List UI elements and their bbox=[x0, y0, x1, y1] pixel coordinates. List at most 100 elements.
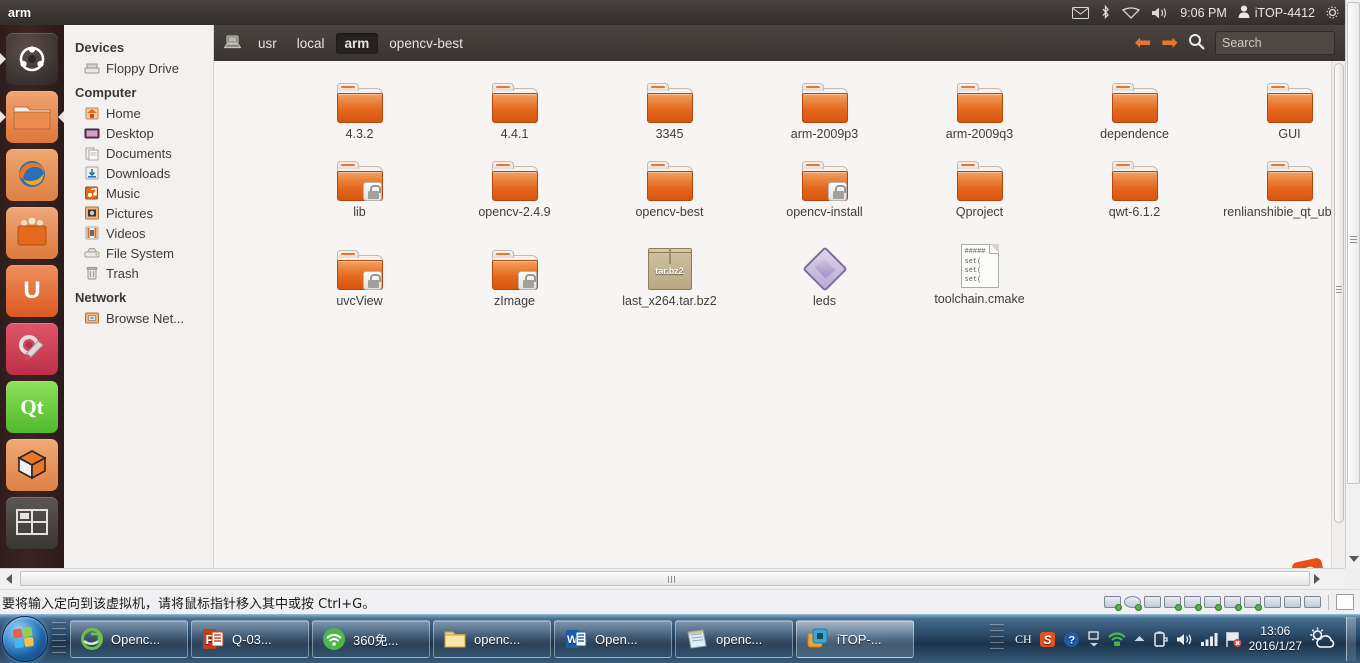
file-item[interactable]: dependence bbox=[1057, 71, 1212, 141]
scrollbar-thumb[interactable] bbox=[20, 571, 1310, 586]
file-item[interactable]: zImage bbox=[437, 238, 592, 308]
launcher-item-dash-home[interactable] bbox=[0, 33, 58, 85]
file-item[interactable]: uvcView bbox=[282, 238, 437, 308]
chevron-down-icon[interactable] bbox=[1349, 556, 1359, 562]
launcher-item-amazon[interactable]: U bbox=[6, 265, 58, 317]
note-icon[interactable] bbox=[1336, 594, 1354, 610]
launcher-item-qt-creator[interactable]: Qt bbox=[6, 381, 58, 433]
360-wifi-icon[interactable] bbox=[1107, 631, 1126, 647]
sound-card-icon[interactable] bbox=[1244, 595, 1262, 611]
taskbar-button[interactable]: 360免... bbox=[312, 620, 430, 658]
computer-icon[interactable] bbox=[223, 35, 242, 52]
volume-icon[interactable] bbox=[1151, 6, 1169, 20]
file-item[interactable]: arm-2009q3 bbox=[902, 71, 1057, 141]
printer-icon[interactable] bbox=[1184, 595, 1202, 611]
sidebar-item-home[interactable]: Home bbox=[64, 103, 213, 123]
sidebar-item-file-system[interactable]: File System bbox=[64, 243, 213, 263]
breadcrumb-item-arm[interactable]: arm bbox=[335, 32, 379, 54]
search-icon[interactable] bbox=[1188, 33, 1205, 53]
start-button[interactable] bbox=[2, 616, 48, 662]
taskbar-button[interactable]: P Q-03... bbox=[191, 620, 309, 658]
file-item[interactable]: opencv-install bbox=[747, 149, 902, 219]
sidebar-item-downloads[interactable]: Downloads bbox=[64, 163, 213, 183]
user-menu[interactable]: iTOP-4412 bbox=[1238, 5, 1315, 21]
sidebar-item-trash[interactable]: Trash bbox=[64, 263, 213, 283]
taskbar-clock[interactable]: 13:06 2016/1/27 bbox=[1249, 624, 1302, 654]
input-method-indicator[interactable]: CH bbox=[1015, 632, 1032, 647]
launcher-item-workspace-switcher[interactable] bbox=[6, 497, 58, 549]
file-item[interactable]: GUI bbox=[1212, 71, 1345, 141]
file-item[interactable]: opencv-best bbox=[592, 149, 747, 219]
sidebar-item-browse-network[interactable]: Browse Net... bbox=[64, 308, 213, 328]
gear-icon[interactable] bbox=[1326, 6, 1339, 19]
network-adapter-icon[interactable] bbox=[1164, 595, 1182, 611]
breadcrumb-item-local[interactable]: local bbox=[288, 33, 334, 54]
cd-dvd-icon[interactable] bbox=[1124, 595, 1142, 611]
action-center-flag-icon[interactable] bbox=[1225, 631, 1242, 648]
file-item[interactable]: ##### set( set( set( toolchain.cmake bbox=[902, 236, 1057, 306]
file-view-scrollbar[interactable] bbox=[1331, 61, 1345, 568]
sidebar-item-documents[interactable]: Documents bbox=[64, 143, 213, 163]
file-item[interactable]: Qproject bbox=[902, 149, 1057, 219]
sidebar-item-floppy-drive[interactable]: Floppy Drive bbox=[64, 58, 213, 78]
camera-icon[interactable] bbox=[1304, 595, 1321, 610]
launcher-item-software-center[interactable] bbox=[6, 207, 58, 259]
wifi-icon[interactable] bbox=[1122, 6, 1141, 19]
window-icon[interactable] bbox=[1087, 631, 1101, 647]
chevron-right-icon[interactable] bbox=[1314, 573, 1320, 584]
battery-icon[interactable] bbox=[1153, 631, 1169, 648]
usb-stick2-icon[interactable] bbox=[1284, 595, 1301, 610]
file-item[interactable]: arm-2009p3 bbox=[747, 71, 902, 141]
sogou-logo-icon[interactable]: S bbox=[1291, 557, 1327, 568]
floppy-icon[interactable] bbox=[1144, 595, 1161, 610]
taskbar-button[interactable]: W Open... bbox=[554, 620, 672, 658]
tray-grip[interactable] bbox=[989, 624, 1004, 654]
vmware-horizontal-scrollbar[interactable] bbox=[0, 568, 1345, 588]
bluetooth-icon[interactable] bbox=[1100, 5, 1111, 20]
file-item[interactable]: leds bbox=[747, 238, 902, 308]
show-hidden-icons-icon[interactable] bbox=[1133, 634, 1146, 644]
weather-icon[interactable] bbox=[1309, 627, 1335, 651]
file-item[interactable]: qwt-6.1.2 bbox=[1057, 149, 1212, 219]
signal-bars-icon[interactable] bbox=[1200, 632, 1218, 646]
show-desktop-button[interactable] bbox=[1346, 617, 1356, 661]
launcher-item-system-settings[interactable] bbox=[6, 323, 58, 375]
file-item[interactable]: tar.bz2 last_x264.tar.bz2 bbox=[592, 238, 747, 308]
taskbar-button[interactable]: iTOP-... bbox=[796, 620, 914, 658]
usb-device-icon[interactable] bbox=[1224, 595, 1242, 611]
launcher-item-virtualbox[interactable] bbox=[6, 439, 58, 491]
taskbar-button[interactable]: openc... bbox=[675, 620, 793, 658]
trash-icon bbox=[84, 265, 100, 281]
taskbar-grip[interactable] bbox=[52, 622, 66, 656]
launcher-item-firefox[interactable] bbox=[6, 149, 58, 201]
envelope-icon[interactable] bbox=[1072, 6, 1090, 19]
file-list-view[interactable]: 4.3.2 4.4.1 3345 arm-2009p3 arm-2009q3 d… bbox=[214, 61, 1345, 568]
sidebar-item-desktop[interactable]: Desktop bbox=[64, 123, 213, 143]
volume-icon[interactable] bbox=[1176, 632, 1194, 647]
top-panel-clock[interactable]: 9:06 PM bbox=[1180, 6, 1227, 20]
arrow-right-icon[interactable]: ➡ bbox=[1161, 33, 1178, 53]
file-item[interactable]: 3345 bbox=[592, 71, 747, 141]
help-icon[interactable]: ? bbox=[1063, 631, 1080, 648]
sidebar-item-music[interactable]: Music bbox=[64, 183, 213, 203]
taskbar-button[interactable]: Openc... bbox=[70, 620, 188, 658]
usb-controller-icon[interactable] bbox=[1204, 595, 1222, 611]
launcher-item-files[interactable] bbox=[0, 91, 64, 143]
file-item[interactable]: lib bbox=[282, 149, 437, 219]
sogou-logo-icon[interactable]: S bbox=[1039, 631, 1056, 648]
file-item[interactable]: 4.3.2 bbox=[282, 71, 437, 141]
file-item[interactable]: renlianshibie_qt_ubuntu bbox=[1212, 149, 1345, 219]
chevron-left-icon[interactable] bbox=[6, 573, 12, 584]
usb-stick-icon[interactable] bbox=[1264, 595, 1281, 610]
breadcrumb-item-opencv-best[interactable]: opencv-best bbox=[380, 33, 472, 54]
breadcrumb-item-usr[interactable]: usr bbox=[249, 33, 286, 54]
arrow-left-icon[interactable]: ⬅ bbox=[1134, 33, 1151, 53]
taskbar-button[interactable]: openc... bbox=[433, 620, 551, 658]
file-item[interactable]: opencv-2.4.9 bbox=[437, 149, 592, 219]
sidebar-item-videos[interactable]: Videos bbox=[64, 223, 213, 243]
search-input[interactable]: Search bbox=[1215, 31, 1335, 55]
file-item[interactable]: 4.4.1 bbox=[437, 71, 592, 141]
sidebar-item-pictures[interactable]: Pictures bbox=[64, 203, 213, 223]
hard-disk-icon[interactable] bbox=[1104, 595, 1122, 611]
vmware-vertical-scrollbar[interactable] bbox=[1345, 0, 1360, 568]
